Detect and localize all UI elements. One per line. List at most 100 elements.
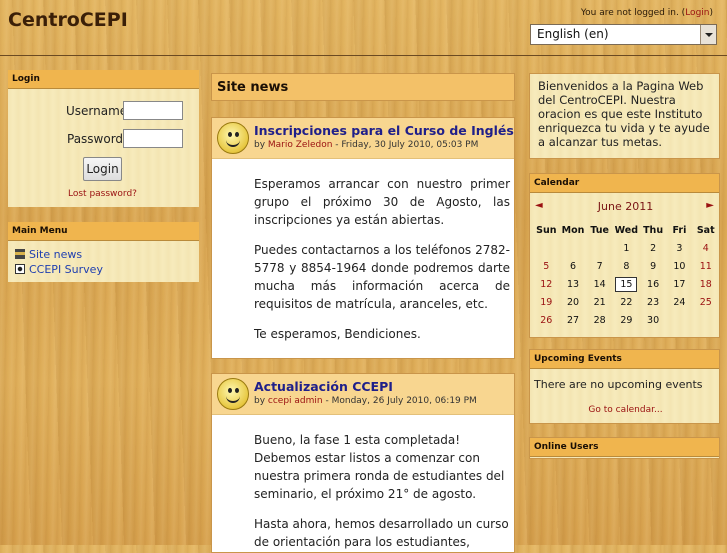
post-paragraph: Te esperamos, Bendiciones. <box>254 327 421 341</box>
calendar-day[interactable]: 23 <box>640 293 667 311</box>
calendar-day[interactable]: 14 <box>586 275 613 293</box>
calendar-day[interactable]: 6 <box>560 257 587 275</box>
post-author-link[interactable]: Mario Zeledon <box>268 140 333 150</box>
calendar-day[interactable]: 2 <box>640 239 667 257</box>
weekday-header: Thu <box>643 224 664 236</box>
calendar-day[interactable]: 8 <box>613 257 640 275</box>
calendar-day[interactable]: 16 <box>640 275 667 293</box>
weekday-header: Wed <box>614 224 639 236</box>
password-label: Password <box>67 132 124 146</box>
login-status-text: You are not logged in. ( <box>580 8 686 18</box>
post-byline: by Mario Zeledon - Friday, 30 July 2010,… <box>254 140 478 150</box>
calendar-next-icon[interactable]: ► <box>706 200 714 211</box>
calendar-day[interactable]: 9 <box>640 257 667 275</box>
calendar-day[interactable]: 4 <box>693 239 720 257</box>
login-button[interactable]: Login <box>83 157 122 181</box>
news-post: Inscripciones para el Curso de Inglés by… <box>211 117 515 359</box>
news-post: Actualización CCEPI by ccepi admin - Mon… <box>211 373 515 553</box>
calendar-day[interactable]: 27 <box>560 311 587 329</box>
calendar-day[interactable]: 11 <box>693 257 720 275</box>
calendar-day[interactable]: 20 <box>560 293 587 311</box>
menu-item-ccepi-survey[interactable]: CCEPI Survey <box>15 263 103 276</box>
username-input[interactable] <box>123 101 183 120</box>
calendar-day[interactable]: 29 <box>613 311 640 329</box>
byline-prefix: by <box>254 396 268 406</box>
post-date: - Monday, 26 July 2010, 06:19 PM <box>322 396 477 406</box>
weekday-header: Fri <box>672 224 687 236</box>
calendar-day[interactable]: 12 <box>533 275 560 293</box>
calendar-day[interactable]: 13 <box>560 275 587 293</box>
no-events-text: There are no upcoming events <box>534 378 703 391</box>
weekday-header: Mon <box>561 224 585 236</box>
smiley-avatar-icon <box>217 378 249 410</box>
calendar-day[interactable]: 30 <box>640 311 667 329</box>
calendar-day[interactable]: 10 <box>666 257 692 275</box>
calendar-month[interactable]: June 2011 <box>530 200 721 213</box>
calendar-day[interactable]: 28 <box>586 311 613 329</box>
calendar-day[interactable]: 21 <box>586 293 613 311</box>
post-header: Inscripciones para el Curso de Inglés by… <box>212 118 514 159</box>
upcoming-events-block: Upcoming Events There are no upcoming ev… <box>529 349 720 424</box>
weekday-header: Sun <box>536 224 557 236</box>
calendar-empty-cell <box>560 239 587 257</box>
goto-calendar-link[interactable]: Go to calendar... <box>530 405 721 415</box>
weekday-header: Tue <box>590 224 610 236</box>
language-value: English (en) <box>537 27 609 41</box>
online-users-block: Online Users <box>529 437 720 459</box>
calendar-day[interactable]: 19 <box>533 293 560 311</box>
site-title: CentroCEPI <box>8 9 128 31</box>
lost-password-link[interactable]: Lost password? <box>68 189 137 199</box>
calendar-day[interactable]: 1 <box>613 239 640 257</box>
welcome-block: Bienvenidos a la Pagina Web del CentroCE… <box>529 73 720 159</box>
calendar-day[interactable]: 15 <box>613 275 640 293</box>
calendar-grid: Sun Mon Tue Wed Thu Fri Sat 1 2 3 4 5 6 7 8 9 10 11 12 13 1… <box>533 221 719 329</box>
post-paragraph: Puedes contactarnos a los teléfonos 2782… <box>254 243 510 311</box>
calendar-week: 26 27 28 29 30 <box>533 311 719 329</box>
main-menu-title: Main Menu <box>8 222 199 241</box>
username-label: Username <box>66 104 128 118</box>
chevron-down-icon[interactable] <box>700 25 716 44</box>
calendar-empty-cell <box>666 311 692 329</box>
post-body: Esperamos arrancar con nuestro primer gr… <box>212 159 514 343</box>
calendar-day[interactable]: 24 <box>666 293 692 311</box>
login-link[interactable]: Login <box>685 8 709 18</box>
calendar-week: 1234 <box>533 239 719 257</box>
post-paragraph: Bueno, la fase 1 esta completada! Debemo… <box>254 433 505 501</box>
login-block-title: Login <box>8 70 199 89</box>
post-author-link[interactable]: ccepi admin <box>268 396 323 406</box>
byline-prefix: by <box>254 140 268 150</box>
post-paragraph: Esperamos arrancar con nuestro primer gr… <box>254 177 510 227</box>
post-body: Bueno, la fase 1 esta completada! Debemo… <box>212 415 514 551</box>
login-status-close: ) <box>709 8 713 18</box>
calendar-day[interactable]: 5 <box>533 257 560 275</box>
menu-item-label: CCEPI Survey <box>29 263 103 276</box>
calendar-empty-cell <box>533 239 560 257</box>
password-input[interactable] <box>123 129 183 148</box>
post-byline: by ccepi admin - Monday, 26 July 2010, 0… <box>254 396 477 406</box>
upcoming-events-title: Upcoming Events <box>530 350 719 369</box>
calendar-day[interactable]: 26 <box>533 311 560 329</box>
calendar-day[interactable]: 18 <box>693 275 720 293</box>
post-date: - Friday, 30 July 2010, 05:03 PM <box>332 140 479 150</box>
post-title: Actualización CCEPI <box>254 379 393 394</box>
calendar-day[interactable]: 7 <box>586 257 613 275</box>
calendar-day[interactable]: 17 <box>666 275 692 293</box>
calendar-week: 12 13 14 15 16 17 18 <box>533 275 719 293</box>
calendar-today[interactable]: 15 <box>615 276 638 292</box>
calendar-empty-cell <box>586 239 613 257</box>
post-header: Actualización CCEPI by ccepi admin - Mon… <box>212 374 514 415</box>
calendar-day[interactable]: 22 <box>613 293 640 311</box>
calendar-empty-cell <box>693 311 720 329</box>
post-title: Inscripciones para el Curso de Inglés <box>254 123 514 138</box>
language-select[interactable]: English (en) <box>530 24 717 45</box>
header-divider <box>0 55 727 56</box>
login-status: You are not logged in. (Login) <box>581 8 713 18</box>
survey-icon <box>15 264 25 274</box>
menu-item-site-news[interactable]: Site news <box>15 248 82 261</box>
calendar-block: Calendar ◄ June 2011 ► Sun Mon Tue Wed Thu Fr… <box>529 173 720 338</box>
calendar-day[interactable]: 25 <box>693 293 720 311</box>
calendar-day[interactable]: 3 <box>666 239 692 257</box>
calendar-week: 5 6 7 8 9 10 11 <box>533 257 719 275</box>
smiley-avatar-icon <box>217 122 249 154</box>
post-paragraph: Hasta ahora, hemos desarrollado un curso… <box>254 517 509 549</box>
